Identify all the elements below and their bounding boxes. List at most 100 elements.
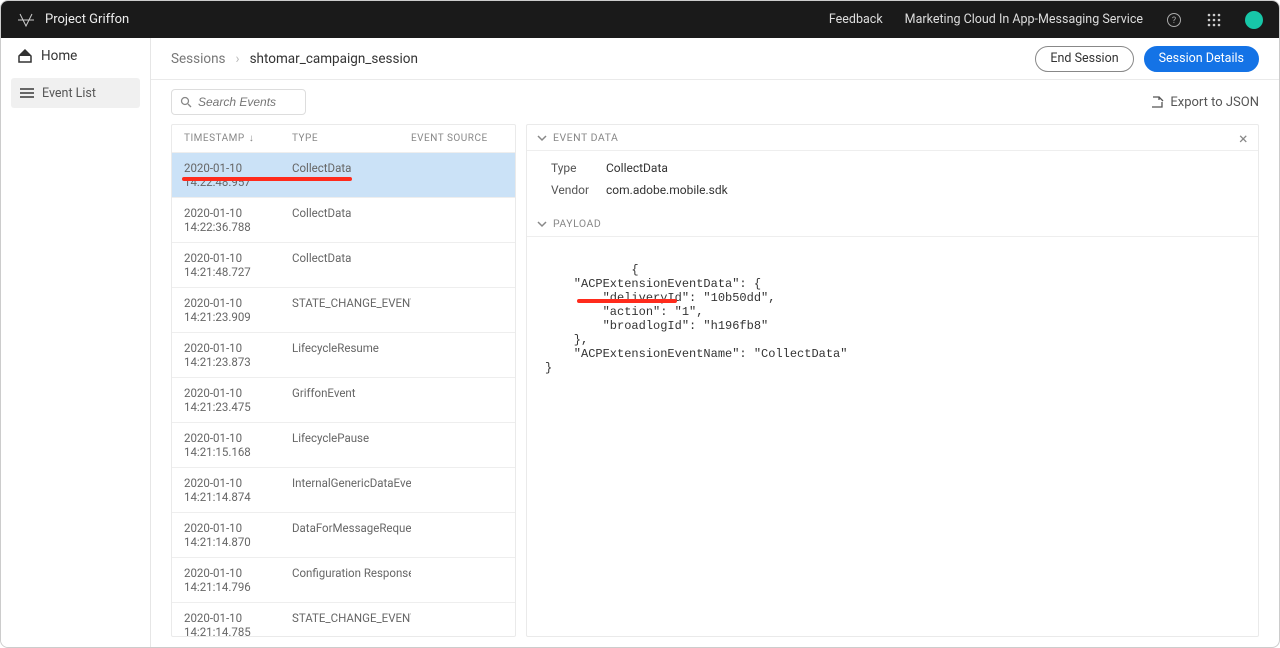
help-icon[interactable]: ?	[1165, 11, 1183, 29]
table-row[interactable]: 2020-01-10 14:21:14.796Configuration Res…	[172, 558, 515, 603]
event-rows[interactable]: 2020-01-10 14:22:48.957CollectData2020-0…	[172, 153, 515, 636]
event-data-section-header[interactable]: EVENT DATA ×	[527, 125, 1258, 151]
cell-type: Configuration Response Ev	[292, 566, 411, 594]
topbar-right: Feedback Marketing Cloud In App-Messagin…	[829, 11, 1263, 29]
cell-timestamp: 2020-01-10 14:22:36.788	[184, 206, 292, 234]
col-source[interactable]: EVENT SOURCE	[411, 133, 503, 144]
table-row[interactable]: 2020-01-10 14:21:14.870DataForMessageReq…	[172, 513, 515, 558]
kv-type: Type CollectData	[527, 157, 1258, 179]
table-row[interactable]: 2020-01-10 14:21:14.874InternalGenericDa…	[172, 468, 515, 513]
feedback-link[interactable]: Feedback	[829, 12, 883, 27]
cell-source	[411, 341, 503, 369]
cell-source	[411, 386, 503, 414]
topbar: Project Griffon Feedback Marketing Cloud…	[1, 1, 1279, 38]
cell-type: InternalGenericDataEvent	[292, 476, 411, 504]
avatar[interactable]	[1245, 11, 1263, 29]
event-data-body: Type CollectData Vendor com.adobe.mobile…	[527, 151, 1258, 211]
payload-label: PAYLOAD	[553, 217, 601, 230]
payload-body: { "ACPExtensionEventData": { "deliveryId…	[527, 237, 1258, 415]
annotation-red-underline	[577, 299, 677, 303]
col-timestamp[interactable]: TIMESTAMP ↓	[184, 133, 292, 144]
cell-timestamp: 2020-01-10 14:21:15.168	[184, 431, 292, 459]
apps-grid-icon[interactable]	[1205, 11, 1223, 29]
breadcrumb: Sessions › shtomar_campaign_session	[171, 51, 418, 67]
cell-type: STATE_CHANGE_EVENT	[292, 611, 411, 636]
event-table-header: TIMESTAMP ↓ TYPE EVENT SOURCE	[172, 125, 515, 153]
sort-down-icon: ↓	[249, 133, 255, 144]
cell-source	[411, 296, 503, 324]
topbar-left: Project Griffon	[17, 11, 129, 29]
cell-source	[411, 161, 503, 189]
kv-vendor-label: Vendor	[551, 183, 606, 197]
payload-section-header[interactable]: PAYLOAD	[527, 211, 1258, 237]
col-type[interactable]: TYPE	[292, 133, 411, 144]
cell-source	[411, 251, 503, 279]
cell-source	[411, 206, 503, 234]
session-details-button[interactable]: Session Details	[1144, 46, 1259, 72]
table-row[interactable]: 2020-01-10 14:21:23.475GriffonEvent	[172, 378, 515, 423]
home-icon	[17, 48, 33, 64]
close-icon[interactable]: ×	[1239, 129, 1248, 148]
payload-text: { "ACPExtensionEventData": { "deliveryId…	[545, 263, 847, 375]
export-json-button[interactable]: Export to JSON	[1150, 95, 1259, 110]
kv-vendor: Vendor com.adobe.mobile.sdk	[527, 179, 1258, 201]
main: Sessions › shtomar_campaign_session End …	[151, 38, 1279, 647]
detail-panel: EVENT DATA × Type CollectData Vendor com…	[526, 124, 1259, 637]
sidebar: Home Event List	[1, 38, 151, 647]
cell-type: GriffonEvent	[292, 386, 411, 414]
cell-source	[411, 476, 503, 504]
chevron-right-icon: ›	[236, 51, 240, 67]
export-json-label: Export to JSON	[1170, 95, 1259, 110]
end-session-button[interactable]: End Session	[1035, 46, 1133, 72]
sidebar-home[interactable]: Home	[1, 38, 150, 74]
kv-vendor-value: com.adobe.mobile.sdk	[606, 183, 728, 197]
cell-timestamp: 2020-01-10 14:21:14.796	[184, 566, 292, 594]
service-link[interactable]: Marketing Cloud In App-Messaging Service	[905, 12, 1143, 27]
cell-timestamp: 2020-01-10 14:21:14.785	[184, 611, 292, 636]
search-input[interactable]	[198, 95, 297, 109]
svg-text:?: ?	[1172, 16, 1176, 26]
table-row[interactable]: 2020-01-10 14:22:36.788CollectData	[172, 198, 515, 243]
toolbar: Export to JSON	[151, 80, 1279, 124]
cell-timestamp: 2020-01-10 14:21:14.874	[184, 476, 292, 504]
cell-timestamp: 2020-01-10 14:21:48.727	[184, 251, 292, 279]
annotation-red-underline	[182, 177, 352, 181]
app-window: Project Griffon Feedback Marketing Cloud…	[0, 0, 1280, 648]
table-row[interactable]: 2020-01-10 14:22:48.957CollectData	[172, 153, 515, 198]
table-row[interactable]: 2020-01-10 14:21:14.785STATE_CHANGE_EVEN…	[172, 603, 515, 636]
chevron-down-icon	[537, 219, 547, 229]
cell-type: LifecycleResume	[292, 341, 411, 369]
cell-timestamp: 2020-01-10 14:21:23.873	[184, 341, 292, 369]
body: Home Event List Sessions › shtomar_campa…	[1, 38, 1279, 647]
cell-source	[411, 431, 503, 459]
cell-type: CollectData	[292, 161, 411, 189]
search-icon	[180, 96, 192, 108]
cell-source	[411, 611, 503, 636]
sidebar-event-list-label: Event List	[42, 86, 96, 101]
table-row[interactable]: 2020-01-10 14:21:23.909STATE_CHANGE_EVEN…	[172, 288, 515, 333]
table-row[interactable]: 2020-01-10 14:21:48.727CollectData	[172, 243, 515, 288]
header-actions: End Session Session Details	[1035, 46, 1259, 72]
cell-type: CollectData	[292, 206, 411, 234]
kv-type-label: Type	[551, 161, 606, 175]
content: TIMESTAMP ↓ TYPE EVENT SOURCE 2020-01-10…	[151, 124, 1279, 647]
col-timestamp-label: TIMESTAMP	[184, 133, 245, 144]
breadcrumb-current: shtomar_campaign_session	[250, 51, 418, 67]
cell-timestamp: 2020-01-10 14:21:14.870	[184, 521, 292, 549]
cell-source	[411, 566, 503, 594]
list-icon	[19, 87, 34, 99]
event-table: TIMESTAMP ↓ TYPE EVENT SOURCE 2020-01-10…	[171, 124, 516, 637]
cell-timestamp: 2020-01-10 14:21:23.909	[184, 296, 292, 324]
search-box[interactable]	[171, 89, 306, 115]
sidebar-home-label: Home	[41, 48, 77, 64]
main-header: Sessions › shtomar_campaign_session End …	[151, 38, 1279, 80]
cell-type: DataForMessageRequest	[292, 521, 411, 549]
cell-source	[411, 521, 503, 549]
table-row[interactable]: 2020-01-10 14:21:23.873LifecycleResume	[172, 333, 515, 378]
table-row[interactable]: 2020-01-10 14:21:15.168LifecyclePause	[172, 423, 515, 468]
breadcrumb-root[interactable]: Sessions	[171, 51, 226, 67]
cell-type: LifecyclePause	[292, 431, 411, 459]
cell-timestamp: 2020-01-10 14:22:48.957	[184, 161, 292, 189]
chevron-down-icon	[537, 133, 547, 143]
sidebar-event-list[interactable]: Event List	[11, 78, 140, 108]
